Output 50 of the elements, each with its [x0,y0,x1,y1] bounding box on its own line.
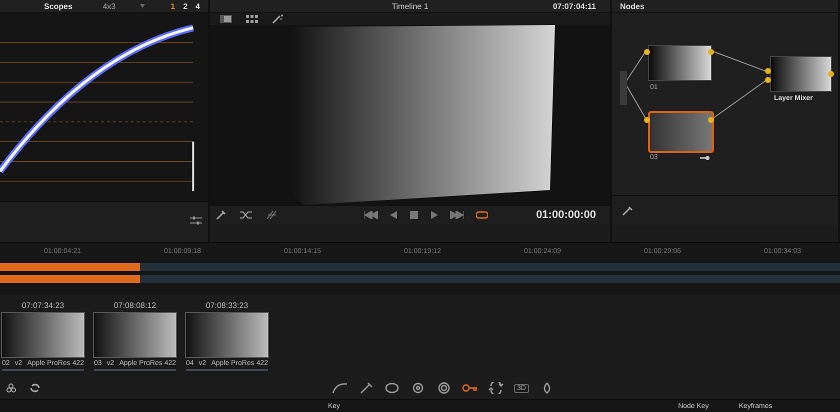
clip-thumbnail[interactable] [185,312,269,358]
refresh-icon[interactable] [30,383,40,393]
input-dot [765,77,771,83]
layout-option[interactable]: 2 [183,2,188,10]
timeline-clip[interactable] [0,263,140,271]
magic-wand-icon[interactable] [272,14,284,24]
aspect-dropdown[interactable]: 4x3 [102,2,145,10]
video-track[interactable] [0,263,840,271]
clip-thumbnail[interactable] [93,312,177,358]
eyedropper-icon[interactable] [358,382,374,394]
reverse-play-icon[interactable] [390,211,398,219]
grid-view-icon[interactable] [246,15,258,23]
window-icon[interactable] [384,382,400,394]
layout-option[interactable]: 1 [170,2,176,10]
curve-icon[interactable] [332,382,348,394]
source-timecode: 07:07:04:11 [552,2,596,10]
input-dot [644,49,650,55]
node[interactable] [648,45,712,81]
input-dot [644,117,650,123]
input-dot [765,68,771,74]
clip-timecode: 07:08:08:12 [114,301,156,310]
target-icon[interactable] [410,382,426,394]
panel-title: Nodes [620,2,644,10]
clip-thumbnail[interactable] [1,312,85,358]
loop-icon[interactable] [476,211,488,219]
skip-start-icon[interactable] [364,211,378,219]
single-view-icon[interactable] [220,15,232,23]
eyedropper-icon[interactable] [216,210,226,220]
bypass-icon[interactable] [266,210,278,220]
key-icon [700,155,710,161]
source-node[interactable] [620,71,627,105]
caret-icon [140,4,145,8]
playhead-timecode: 01:00:00:00 [536,209,597,221]
key-icon[interactable] [462,382,478,394]
layout-option[interactable]: 4 [196,2,200,10]
timeline-clip[interactable] [0,275,140,283]
panel-title: Scopes [44,2,72,10]
clip-timecode: 07:07:34:23 [22,301,64,310]
skip-end-icon[interactable] [450,211,464,219]
play-icon[interactable] [430,211,438,219]
node[interactable] [770,56,832,92]
timeline-title[interactable]: Timeline 1 [392,2,428,10]
video-track[interactable] [0,275,840,283]
clip-timecode: 07:08:33:23 [206,301,248,310]
shuffle-icon[interactable] [240,210,252,220]
picker-icon[interactable] [622,206,634,216]
blur-icon[interactable] [436,382,452,394]
node[interactable] [648,111,714,153]
circles-icon[interactable] [6,383,16,393]
sizing-icon[interactable] [488,382,504,394]
